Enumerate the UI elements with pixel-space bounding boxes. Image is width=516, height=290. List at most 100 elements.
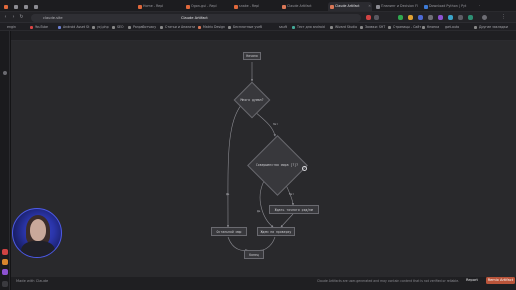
bookmark-icon bbox=[330, 25, 333, 29]
remix-artifact-button[interactable]: Remix Artifact bbox=[486, 277, 515, 284]
edge-label-no2: Нет bbox=[289, 192, 295, 196]
bookmark-item[interactable]: ycj.php bbox=[92, 23, 109, 31]
rail-icon[interactable] bbox=[3, 71, 7, 75]
bookmark-item[interactable]: Заявки: SHT bbox=[360, 23, 385, 31]
address-bar[interactable]: claude.site Claude Artifact bbox=[31, 14, 361, 22]
back-icon[interactable]: ‹ bbox=[2, 14, 9, 21]
rail-app-icon[interactable] bbox=[2, 249, 8, 255]
close-icon[interactable]: ✕ bbox=[368, 2, 371, 11]
tab-label: Claude Artifact bbox=[335, 4, 360, 8]
flow-node-mid: Ждем на проверку bbox=[257, 227, 295, 236]
new-tab-button[interactable]: + bbox=[472, 2, 480, 11]
browser-tab[interactable]: Claude Artifact bbox=[280, 2, 326, 11]
bookmark-icon bbox=[92, 25, 95, 29]
browser-tab[interactable] bbox=[22, 2, 30, 11]
tab-favicon bbox=[330, 4, 334, 9]
mouse-cursor bbox=[302, 166, 307, 171]
rail-settings-icon[interactable] bbox=[2, 281, 8, 287]
presenter-face bbox=[30, 219, 46, 241]
bookmark-item[interactable]: Бесплатные учеб bbox=[228, 23, 262, 31]
flow-node-end: Конец bbox=[244, 250, 264, 259]
tab-favicon bbox=[282, 4, 286, 9]
artifact-disclaimer: Claude Artifacts are user-generated and … bbox=[317, 279, 460, 283]
tab-label: Claude Artifact bbox=[287, 4, 312, 8]
bookmark-item[interactable]: Другие закладки bbox=[474, 23, 508, 31]
bookmark-item[interactable]: Разработчику bbox=[128, 23, 156, 31]
tab-label: Home - Repl bbox=[143, 4, 164, 8]
browser-tab[interactable] bbox=[32, 2, 40, 11]
left-side-rail bbox=[0, 31, 10, 290]
forward-icon[interactable]: › bbox=[10, 14, 17, 21]
bookmark-item[interactable]: engin bbox=[2, 23, 16, 31]
browser-tab[interactable]: Планинг и Decision Fl bbox=[374, 2, 420, 11]
extension-icon[interactable] bbox=[398, 15, 403, 20]
flow-node-start: Начало bbox=[243, 52, 261, 60]
browser-tab[interactable]: snake - Repl bbox=[232, 2, 278, 11]
bookmark-icon bbox=[30, 25, 33, 29]
bookmark-item[interactable]: Статьи и Аналити bbox=[160, 23, 195, 31]
bookmark-item[interactable]: Wizard Studio bbox=[330, 23, 357, 31]
bookmark-icon bbox=[360, 25, 363, 29]
bookmark-item[interactable]: Android Asset St bbox=[58, 23, 89, 31]
menu-icon[interactable]: ⋮ bbox=[500, 14, 507, 21]
flowchart-canvas: Начало Много думал? Совершенство мира [?… bbox=[11, 41, 516, 277]
bookmark-icon bbox=[292, 25, 295, 29]
extension-icon[interactable] bbox=[458, 15, 463, 20]
browser-tab[interactable]: Download Python | Pyt bbox=[422, 2, 470, 11]
browser-tab[interactable] bbox=[2, 2, 10, 11]
rail-app-icon[interactable] bbox=[2, 259, 8, 265]
extension-icon[interactable] bbox=[408, 15, 413, 20]
artifact-header bbox=[11, 31, 516, 41]
browser-tab[interactable]: Ogon-gui - Repl bbox=[184, 2, 230, 11]
bookmark-icon bbox=[112, 25, 115, 29]
bookmark-icon bbox=[388, 25, 391, 29]
bookmark-icon bbox=[228, 25, 231, 29]
browser-tab-active[interactable]: Claude Artifact ✕ bbox=[328, 2, 372, 11]
edge-label-no1: Да bbox=[226, 192, 230, 196]
bookmark-item[interactable]: SEO bbox=[112, 23, 124, 31]
bookmark-icon bbox=[422, 25, 425, 29]
tab-favicon bbox=[14, 4, 18, 9]
extension-icon[interactable] bbox=[428, 15, 433, 20]
extension-icon[interactable] bbox=[418, 15, 423, 20]
made-with-claude[interactable]: Made with Claude bbox=[16, 279, 48, 283]
tab-favicon bbox=[4, 4, 8, 9]
flow-node-left: Остальной мир bbox=[211, 227, 247, 236]
tab-label: Планинг и Decision Fl bbox=[381, 4, 418, 8]
bookmark-item[interactable]: gwt-auto bbox=[440, 23, 459, 31]
tab-favicon bbox=[138, 4, 142, 9]
extension-icon[interactable] bbox=[366, 15, 371, 20]
extension-icon[interactable] bbox=[374, 15, 379, 20]
report-button[interactable]: Report bbox=[463, 277, 481, 283]
rail-app-icon[interactable] bbox=[2, 269, 8, 275]
artifact-panel: Начало Много думал? Совершенство мира [?… bbox=[11, 31, 516, 290]
extension-icon[interactable] bbox=[438, 15, 443, 20]
tab-favicon bbox=[376, 4, 380, 9]
browser-tab[interactable]: Home - Repl bbox=[136, 2, 182, 11]
edge-left-to-end bbox=[227, 236, 248, 252]
browser-tab-strip: Home - Repl Ogon-gui - Repl snake - Repl… bbox=[0, 0, 516, 12]
bookmark-item[interactable]: sauft bbox=[274, 23, 287, 31]
extension-icon[interactable] bbox=[448, 15, 453, 20]
edge-label-yes1: Нет bbox=[273, 122, 279, 126]
bookmark-item[interactable]: Страницы - Сайт bbox=[388, 23, 421, 31]
extension-icon[interactable] bbox=[468, 15, 473, 20]
bookmark-item[interactable]: Кнопка bbox=[422, 23, 439, 31]
bookmark-item[interactable]: Тест для android bbox=[292, 23, 325, 31]
edge-right-to-mid bbox=[280, 213, 294, 228]
reload-icon[interactable]: ↻ bbox=[18, 14, 25, 21]
browser-tab[interactable] bbox=[12, 2, 20, 11]
profile-avatar[interactable] bbox=[482, 15, 487, 20]
bookmarks-bar: engin YouTube Android Asset St ycj.php S… bbox=[0, 23, 516, 31]
tab-favicon bbox=[234, 4, 238, 9]
flow-decision-2: Совершенство мира [?]? bbox=[246, 134, 308, 196]
presenter-body bbox=[21, 241, 55, 257]
tab-favicon bbox=[186, 4, 190, 9]
bookmark-icon bbox=[128, 25, 131, 29]
bookmark-item[interactable]: Matrix Design bbox=[198, 23, 225, 31]
tab-label: snake - Repl bbox=[239, 4, 260, 8]
tab-favicon bbox=[24, 4, 28, 9]
bookmark-icon bbox=[198, 25, 201, 29]
address-page-title: Claude Artifact bbox=[181, 16, 208, 20]
bookmark-item[interactable]: YouTube bbox=[30, 23, 48, 31]
